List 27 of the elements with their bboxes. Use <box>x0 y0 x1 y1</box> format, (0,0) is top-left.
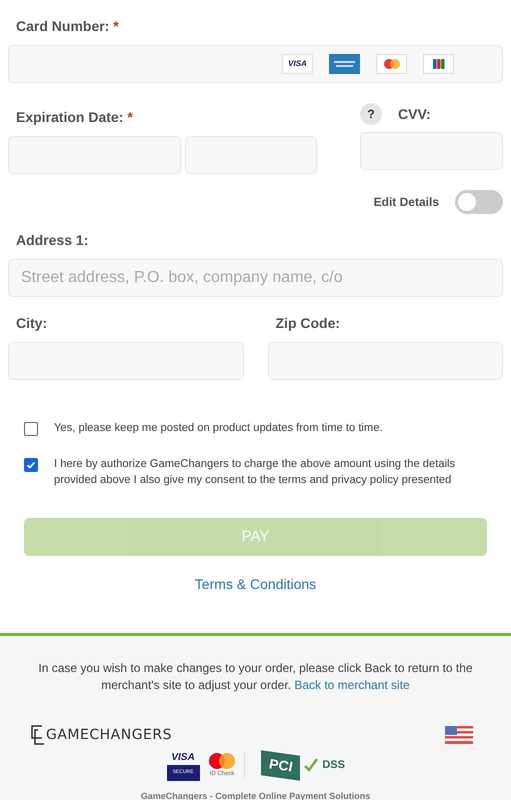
us-flag-icon <box>445 726 473 744</box>
card-number-field[interactable]: VISA <box>8 45 503 83</box>
required-mark: * <box>113 17 119 36</box>
amex-logo-icon <box>329 54 360 74</box>
consent-text: I here by authorize GameChangers to charge the above amount using the details provided above I also give my consent to the terms and privacy policy presented <box>54 457 456 488</box>
field-label: Address 1: <box>16 231 88 250</box>
visa-logo: VISA <box>282 54 313 74</box>
address-field[interactable]: Street address, P.O. box, company name, c/o <box>8 259 503 297</box>
notice-text: In case you wish to make changes to your order, please click Back to return to the merchant's site to adjust your order. Back to merchant site <box>37 660 474 694</box>
logo-text: GAMECHANGERS <box>46 726 172 744</box>
mastercard-logo-icon <box>376 54 407 74</box>
help-badge[interactable]: ? <box>360 103 382 125</box>
checkbox[interactable] <box>24 458 38 472</box>
field-label: City: <box>16 314 48 333</box>
checkbox[interactable] <box>24 422 38 436</box>
terms-link[interactable]: Terms & Conditions <box>194 576 316 592</box>
field-label: Zip Code: <box>276 314 340 333</box>
jcb-logo-icon <box>423 54 454 74</box>
field-label: Card Number: <box>16 17 110 36</box>
edit-details-toggle[interactable] <box>455 190 503 214</box>
back-link[interactable]: Back to merchant site <box>294 678 410 692</box>
field-label: Expiration Date: <box>16 108 124 127</box>
field-label: CVV: <box>398 104 431 124</box>
required-mark: * <box>127 108 133 127</box>
consent-text: Yes, please keep me posted on product updates from time to time. <box>54 421 383 436</box>
cc-monogram-icon <box>30 724 46 746</box>
toggle-label: Edit Details <box>374 194 439 211</box>
